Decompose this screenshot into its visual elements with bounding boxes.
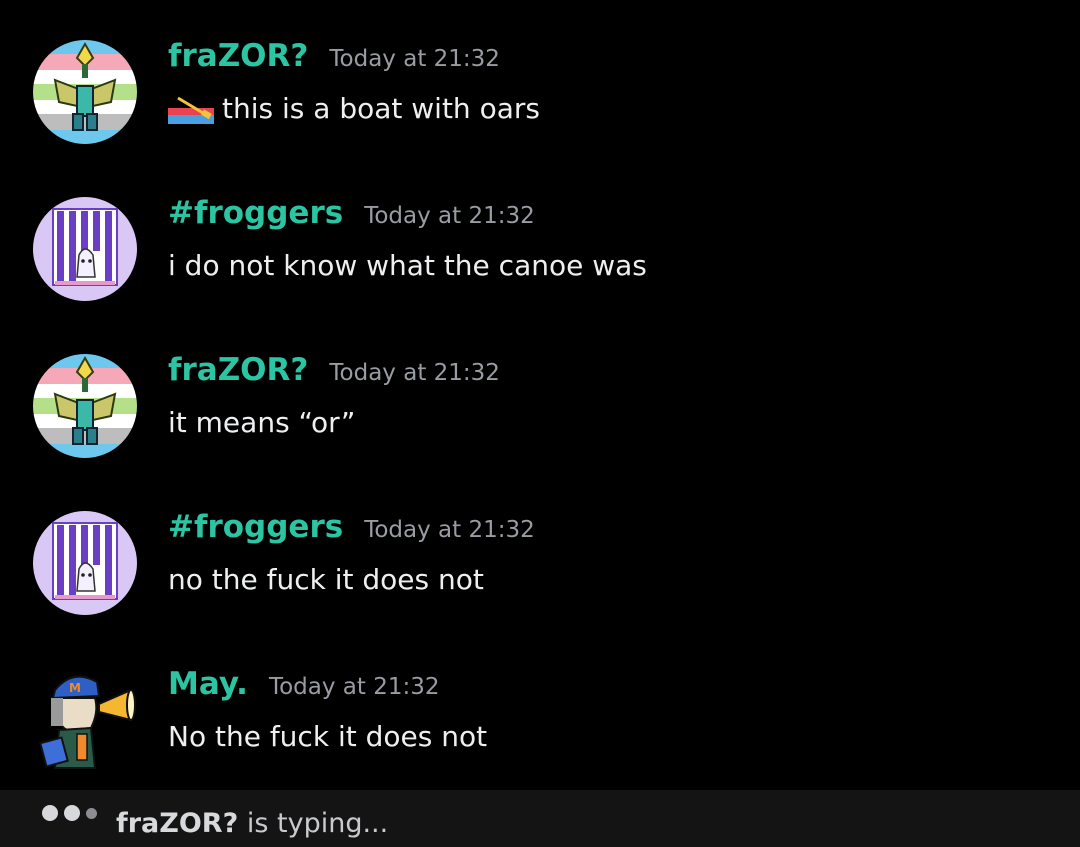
typing-text: fraZOR? is typing...	[116, 808, 388, 839]
avatar[interactable]	[33, 354, 137, 458]
message-header: #froggers Today at 21:32	[168, 195, 535, 239]
message-text: No the fuck it does not	[168, 720, 488, 753]
avatar[interactable]	[33, 197, 137, 301]
message-header: #froggers Today at 21:32	[168, 509, 535, 553]
avatar[interactable]	[33, 40, 137, 144]
typing-dot	[64, 805, 80, 821]
typing-suffix: is typing...	[238, 808, 389, 839]
message-text: it means “or”	[168, 406, 356, 439]
message-content: it means “or”	[168, 406, 355, 439]
typing-username: fraZOR?	[116, 808, 239, 839]
timestamp: Today at 21:32	[364, 203, 535, 229]
message-header: fraZOR? Today at 21:32	[168, 38, 500, 82]
timestamp: Today at 21:32	[364, 517, 535, 543]
message-content: this is a boat with oars	[168, 92, 540, 125]
message-content: i do not know what the canoe was	[168, 249, 647, 282]
chat-log: fraZOR? Today at 21:32 this is a boat wi…	[0, 0, 1080, 790]
message-content: no the fuck it does not	[168, 563, 484, 596]
username[interactable]: #froggers	[168, 509, 343, 545]
typing-dot	[86, 807, 97, 819]
username[interactable]: May.	[168, 666, 248, 702]
message-content: No the fuck it does not	[168, 720, 487, 753]
timestamp: Today at 21:32	[268, 674, 440, 700]
username[interactable]: fraZOR?	[168, 352, 308, 388]
message-item: fraZOR? Today at 21:32 it means “or”	[0, 352, 1080, 502]
timestamp: Today at 21:32	[329, 46, 500, 72]
svg-text:M: M	[69, 681, 81, 695]
timestamp: Today at 21:32	[329, 360, 500, 386]
username[interactable]: fraZOR?	[168, 38, 308, 74]
canoe-icon	[168, 94, 214, 124]
typing-indicator: fraZOR? is typing...	[0, 790, 1080, 847]
avatar[interactable]	[33, 511, 137, 615]
message-item: #froggers Today at 21:32 i do not know w…	[0, 195, 1080, 345]
typing-dots-icon	[42, 805, 97, 821]
message-text: i do not know what the canoe was	[168, 249, 647, 282]
message-text: this is a boat with oars	[222, 92, 540, 125]
message-item: #froggers Today at 21:32 no the fuck it …	[0, 509, 1080, 659]
message-item: fraZOR? Today at 21:32 this is a boat wi…	[0, 38, 1080, 188]
message-text: no the fuck it does not	[168, 563, 484, 596]
typing-dot	[42, 805, 58, 821]
avatar[interactable]: M	[33, 668, 137, 772]
message-header: May. Today at 21:32	[168, 666, 440, 710]
message-header: fraZOR? Today at 21:32	[168, 352, 500, 396]
username[interactable]: #froggers	[168, 195, 343, 231]
